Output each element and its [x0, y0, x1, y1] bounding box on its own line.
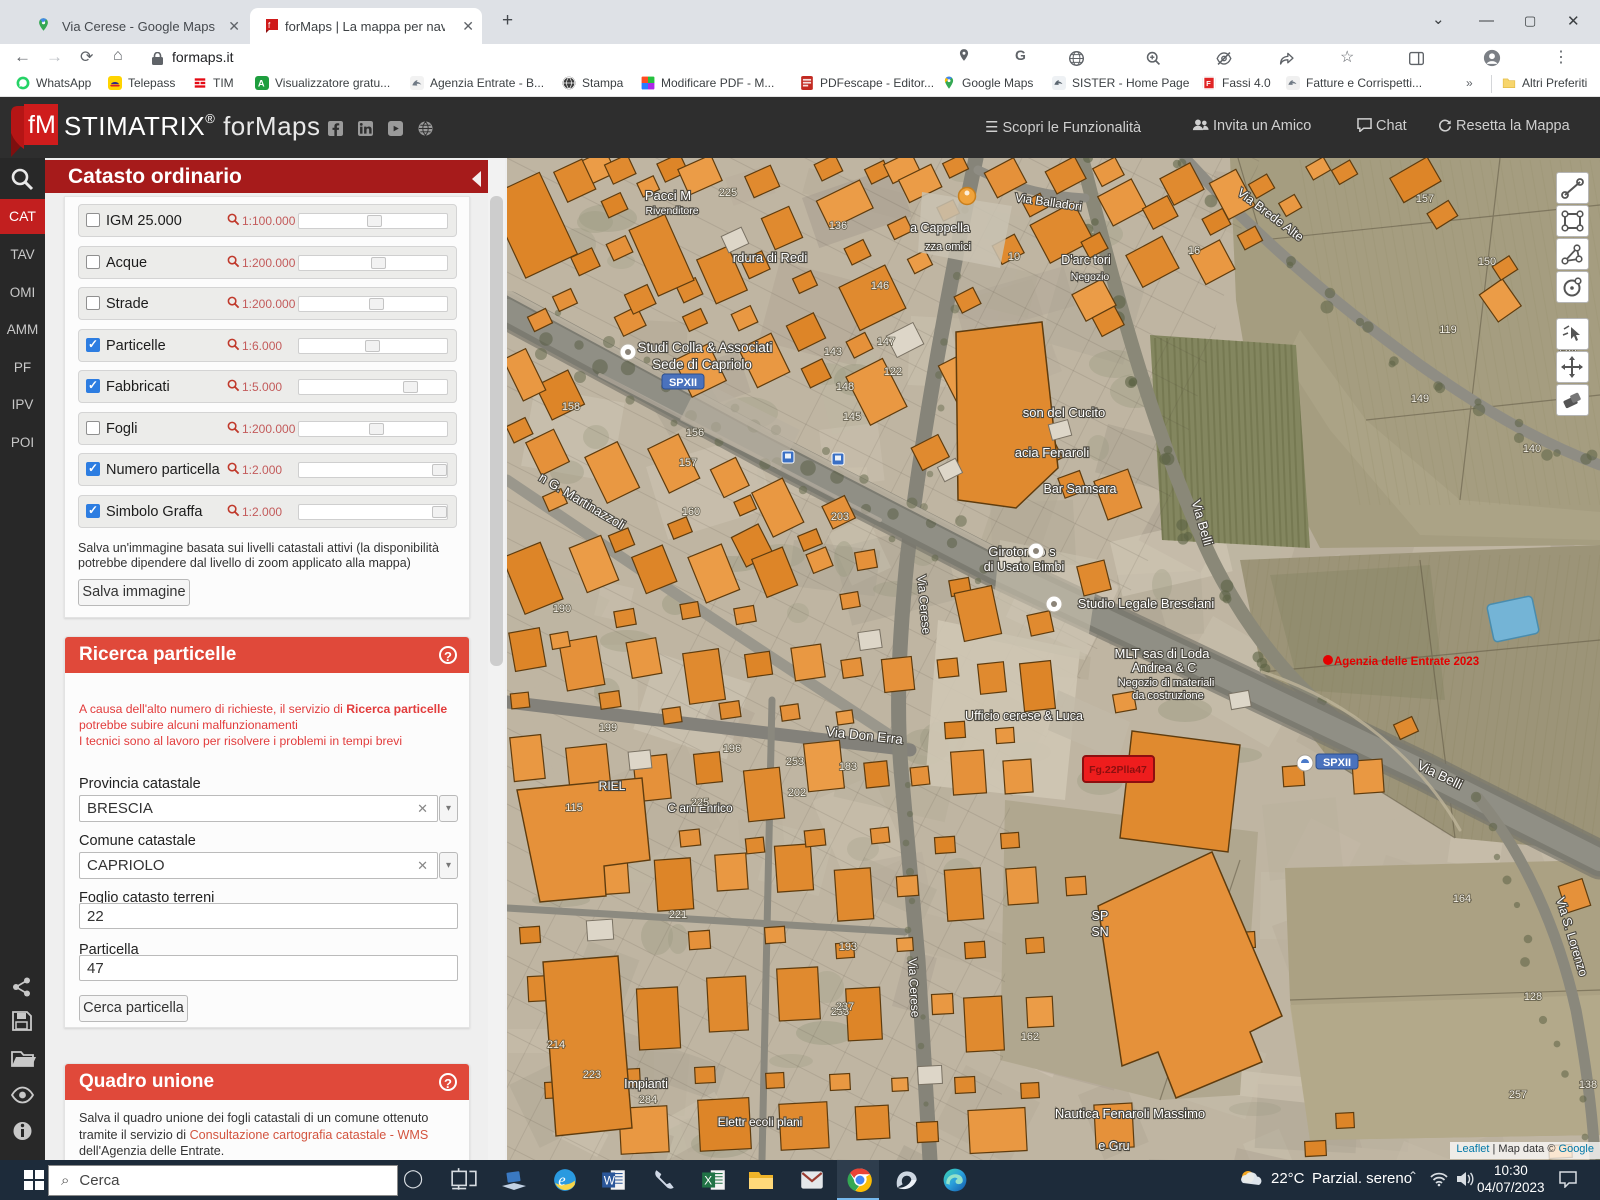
svg-text:e: e — [558, 1171, 565, 1190]
svg-text:147: 147 — [877, 336, 895, 348]
svg-text:148: 148 — [836, 381, 854, 393]
svg-text:164: 164 — [1453, 893, 1471, 905]
svg-text:F: F — [1206, 79, 1211, 88]
svg-text:Agenzia delle Entrate 2023: Agenzia delle Entrate 2023 — [1334, 656, 1479, 668]
svg-text:138: 138 — [1579, 1079, 1597, 1091]
svg-text:di Usato Bimbi: di Usato Bimbi — [984, 560, 1065, 574]
svg-text:W: W — [604, 1173, 616, 1187]
svg-text:10: 10 — [1008, 251, 1020, 263]
svg-text:128: 128 — [1524, 991, 1542, 1003]
svg-text:Negozio di materiali: Negozio di materiali — [1118, 677, 1215, 689]
svg-text:Rivenditore: Rivenditore — [645, 205, 698, 217]
svg-text:257: 257 — [1509, 1089, 1527, 1101]
svg-text:zza omici: zza omici — [925, 241, 971, 253]
svg-text:149: 149 — [1411, 393, 1429, 405]
svg-text:son del Cucito: son del Cucito — [1023, 405, 1105, 420]
svg-text:a Cappella: a Cappella — [910, 221, 970, 235]
svg-text:115: 115 — [565, 802, 583, 814]
svg-text:160: 160 — [682, 506, 700, 518]
svg-text:Ufficio cerese & Luca: Ufficio cerese & Luca — [965, 709, 1083, 723]
svg-text:Negozio: Negozio — [1071, 271, 1110, 283]
svg-text:157: 157 — [1416, 193, 1434, 205]
svg-text:253: 253 — [786, 756, 804, 768]
svg-text:Pacci M: Pacci M — [645, 188, 691, 203]
svg-text:da costruzione: da costruzione — [1132, 690, 1204, 702]
svg-text:16: 16 — [1188, 245, 1200, 257]
svg-text:D'arc tori: D'arc tori — [1061, 253, 1111, 267]
svg-text:Fg.22Plla47: Fg.22Plla47 — [1089, 764, 1147, 776]
svg-text:150: 150 — [1478, 256, 1496, 268]
svg-text:122: 122 — [884, 366, 902, 378]
svg-text:284: 284 — [639, 1094, 657, 1106]
svg-text:Nautica Fenaroli Massimo: Nautica Fenaroli Massimo — [1055, 1106, 1205, 1121]
svg-text:162: 162 — [1021, 1031, 1039, 1043]
svg-text:X: X — [704, 1173, 712, 1187]
svg-text:145: 145 — [843, 411, 861, 423]
svg-text:223: 223 — [583, 1069, 601, 1081]
svg-text:156: 156 — [686, 427, 704, 439]
svg-text:MLT sas di Loda: MLT sas di Loda — [1115, 646, 1211, 661]
svg-text:Studio Legale Bresciani: Studio Legale Bresciani — [1078, 596, 1215, 611]
svg-text:225: 225 — [719, 187, 737, 199]
svg-text:Bar Samsara: Bar Samsara — [1044, 482, 1117, 496]
svg-text:183: 183 — [839, 761, 857, 773]
svg-text:acia Fenaroli: acia Fenaroli — [1015, 445, 1090, 460]
svg-text:196: 196 — [723, 743, 741, 755]
svg-text:193: 193 — [839, 941, 857, 953]
svg-text:Sede di Capriolo: Sede di Capriolo — [652, 357, 752, 372]
svg-text:221: 221 — [669, 909, 687, 921]
svg-text:157: 157 — [679, 457, 697, 469]
svg-text:140: 140 — [1523, 443, 1541, 455]
svg-text:190: 190 — [553, 603, 571, 615]
svg-text:Studi Colla & Associati: Studi Colla & Associati — [637, 340, 772, 355]
svg-text:RIEL: RIEL — [599, 779, 626, 793]
svg-text:rdura di Redi: rdura di Redi — [733, 250, 808, 265]
svg-text:SPXII: SPXII — [1323, 757, 1351, 769]
svg-text:Elettr ecoli plani: Elettr ecoli plani — [718, 1115, 803, 1129]
svg-text:Girotondo s: Girotondo s — [988, 544, 1056, 559]
svg-text:SP: SP — [1092, 909, 1109, 923]
svg-text:237: 237 — [836, 1001, 854, 1013]
svg-text:Impianti: Impianti — [624, 1077, 668, 1091]
svg-text:A: A — [258, 79, 265, 89]
svg-text:136: 136 — [829, 220, 847, 232]
svg-text:225: 225 — [691, 797, 709, 809]
svg-text:119: 119 — [1439, 324, 1457, 336]
svg-text:fM: fM — [28, 111, 56, 139]
svg-text:214: 214 — [547, 1039, 565, 1051]
svg-text:158: 158 — [562, 401, 580, 413]
svg-text:146: 146 — [871, 280, 889, 292]
svg-text:SPXII: SPXII — [669, 377, 697, 389]
svg-text:203: 203 — [831, 511, 849, 523]
svg-text:199: 199 — [599, 722, 617, 734]
svg-text:Andrea & C: Andrea & C — [1132, 661, 1197, 675]
svg-text:SN: SN — [1091, 925, 1108, 939]
svg-text:143: 143 — [824, 346, 842, 358]
svg-text:e Gru: e Gru — [1098, 1139, 1129, 1153]
svg-text:202: 202 — [788, 787, 806, 799]
